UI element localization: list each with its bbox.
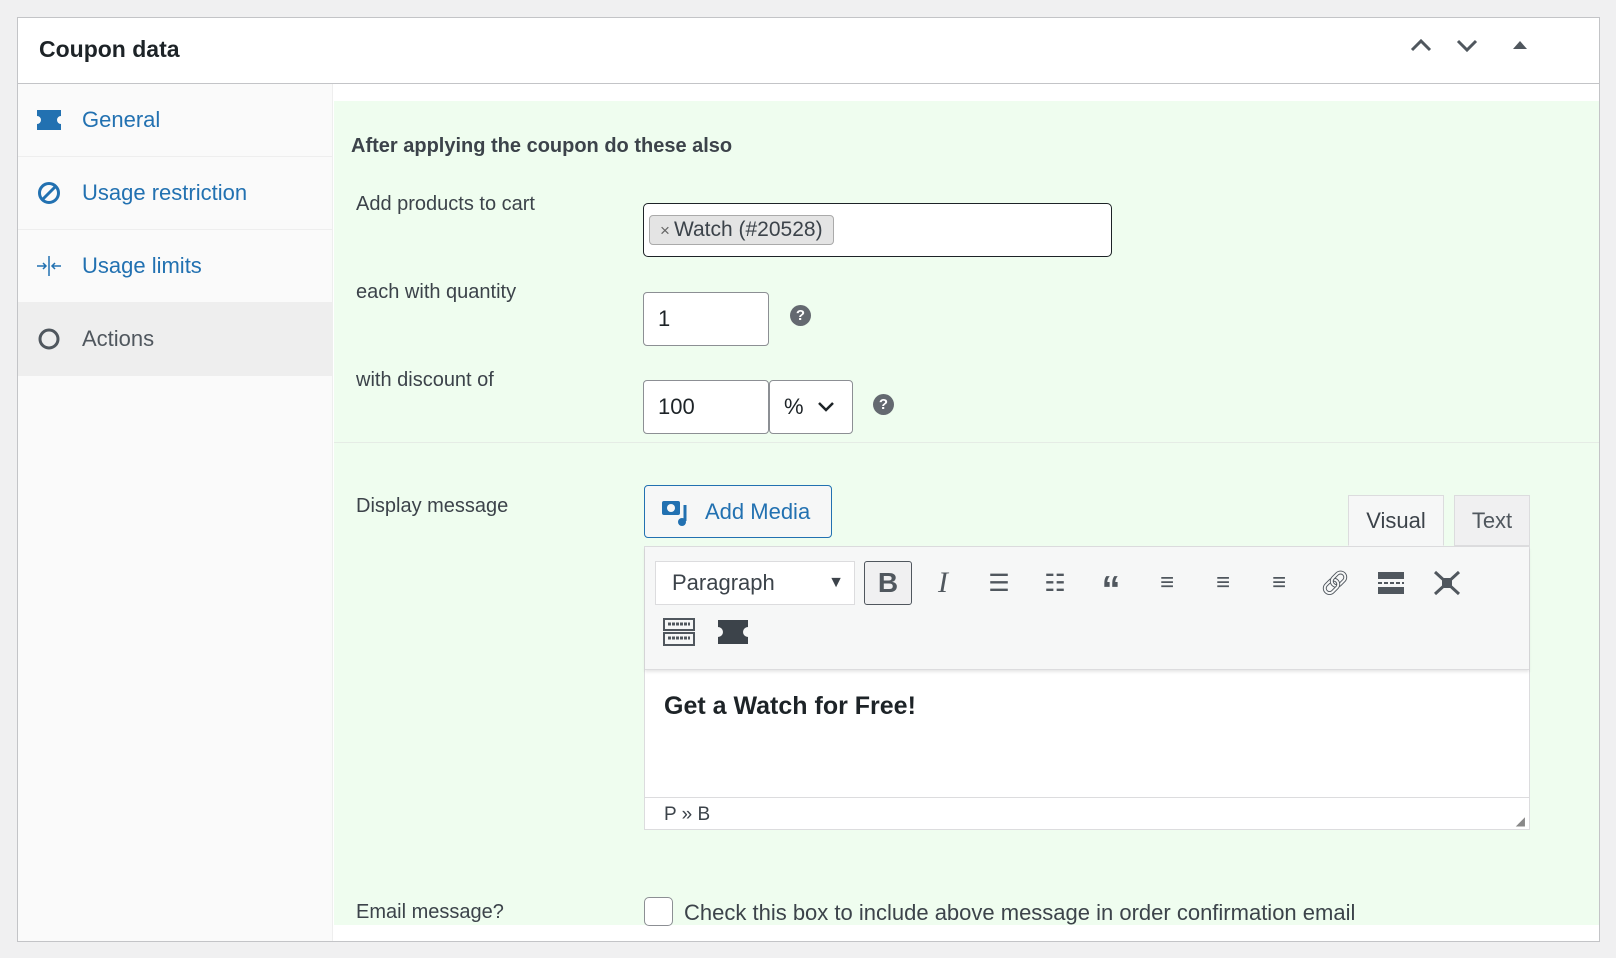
editor-toolbar: Paragraph ▼ B I ☰ ☷ “ ≡ ≡ ≡ 🔗︎ — [645, 547, 1529, 670]
format-select[interactable]: Paragraph ▼ — [655, 561, 855, 605]
gear-icon — [36, 327, 62, 351]
element-path: P » B — [664, 804, 711, 825]
format-value: Paragraph — [672, 570, 775, 595]
align-right-icon[interactable]: ≡ — [1255, 561, 1303, 605]
sidebar-item-general[interactable]: General — [18, 84, 332, 157]
toolbar-toggle-icon[interactable] — [655, 610, 703, 654]
editor-path: P » B ◢ — [645, 797, 1529, 830]
fullscreen-icon[interactable] — [1423, 561, 1471, 605]
product-chip-label: Watch (#20528) — [673, 218, 823, 241]
compress-icon — [36, 254, 62, 278]
sidebar-item-usage-restriction[interactable]: Usage restriction — [18, 157, 332, 230]
product-chip: × Watch (#20528) — [649, 215, 834, 245]
blockquote-icon[interactable]: “ — [1087, 561, 1135, 611]
add-media-button[interactable]: Add Media — [644, 485, 832, 538]
triangle-up-icon[interactable] — [1510, 32, 1530, 64]
chevron-down-icon[interactable] — [1454, 32, 1480, 64]
read-more-icon[interactable] — [1367, 561, 1415, 605]
bullet-list-icon[interactable]: ☰ — [975, 561, 1023, 605]
actions-section: After applying the coupon do these also … — [334, 101, 1599, 926]
message-editor: Paragraph ▼ B I ☰ ☷ “ ≡ ≡ ≡ 🔗︎ Get a Watc… — [644, 546, 1530, 830]
sidebar-item-label: Actions — [82, 326, 155, 351]
section-heading: After applying the coupon do these also — [351, 135, 733, 157]
resize-handle-icon[interactable]: ◢ — [1516, 814, 1525, 828]
tab-visual[interactable]: Visual — [1348, 495, 1444, 546]
help-icon[interactable]: ? — [790, 305, 811, 326]
panel-header: Coupon data — [18, 18, 1599, 84]
coupon-shortcode-icon[interactable] — [709, 610, 757, 654]
coupon-data-panel: Coupon data General Usage restriction Us… — [17, 17, 1600, 942]
add-media-label: Add Media — [705, 498, 811, 524]
sidebar-item-label: Usage restriction — [82, 180, 248, 205]
ticket-icon — [36, 110, 62, 130]
add-products-label: Add products to cart — [356, 193, 535, 215]
link-icon[interactable]: 🔗︎ — [1311, 561, 1359, 605]
numbered-list-icon[interactable]: ☷ — [1031, 561, 1079, 605]
sidebar-item-label: Usage limits — [82, 253, 202, 278]
email-message-label: Email message? — [356, 901, 504, 923]
sidebar-item-label: General — [82, 107, 161, 132]
discount-type-select[interactable]: % — [769, 380, 853, 434]
editor-content[interactable]: Get a Watch for Free! — [645, 670, 1529, 797]
chevron-up-icon[interactable] — [1408, 32, 1434, 64]
sidebar-item-usage-limits[interactable]: Usage limits — [18, 230, 332, 303]
tab-text[interactable]: Text — [1454, 495, 1530, 546]
remove-chip-icon[interactable]: × — [660, 221, 670, 240]
email-message-checkbox[interactable] — [644, 897, 673, 926]
panel-title: Coupon data — [39, 36, 180, 62]
align-left-icon[interactable]: ≡ — [1143, 561, 1191, 605]
sidebar: General Usage restriction Usage limits A… — [18, 84, 333, 941]
bold-button[interactable]: B — [864, 561, 912, 605]
no-entry-icon — [36, 181, 62, 205]
chevron-down-icon — [817, 402, 834, 412]
products-select[interactable]: × Watch (#20528) — [643, 203, 1112, 257]
discount-type-value: % — [784, 394, 804, 419]
discount-label: with discount of — [356, 369, 494, 391]
align-center-icon[interactable]: ≡ — [1199, 561, 1247, 605]
email-checkbox-description: Check this box to include above message … — [684, 900, 1356, 925]
media-icon — [662, 500, 687, 526]
section-divider — [334, 442, 1599, 443]
dropdown-arrow-icon: ▼ — [828, 574, 844, 591]
italic-button[interactable]: I — [919, 561, 967, 605]
help-icon[interactable]: ? — [873, 394, 894, 415]
quantity-label: each with quantity — [356, 281, 517, 303]
sidebar-item-actions[interactable]: Actions — [18, 303, 332, 376]
display-message-label: Display message — [356, 495, 509, 517]
discount-input[interactable]: 100 — [643, 380, 769, 434]
quantity-input[interactable]: 1 — [643, 292, 769, 346]
